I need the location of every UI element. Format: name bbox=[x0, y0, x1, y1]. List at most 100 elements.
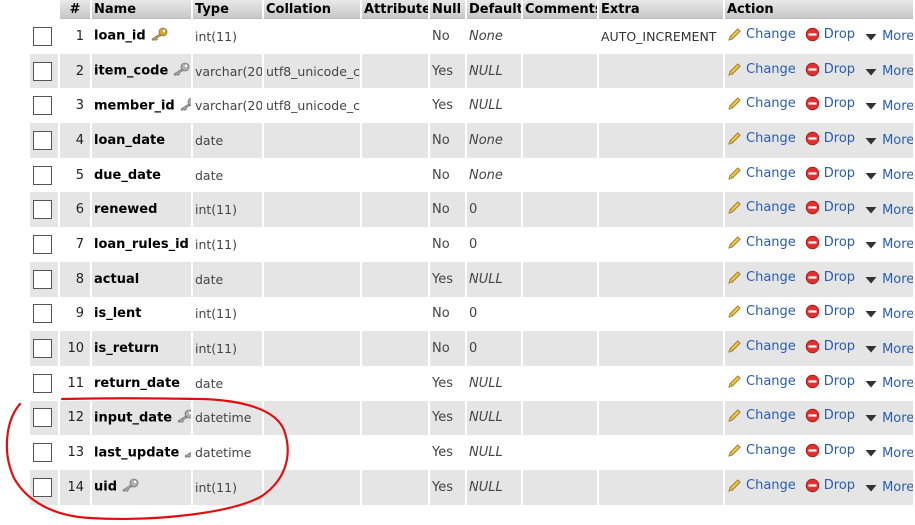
more-button[interactable]: More bbox=[864, 133, 913, 148]
table-row[interactable]: 14 uid int(11) Yes NULL Change Drop More bbox=[30, 469, 913, 505]
more-button[interactable]: More bbox=[864, 168, 913, 183]
change-button[interactable]: Change bbox=[727, 339, 796, 354]
col-header-default[interactable]: Default bbox=[467, 0, 521, 19]
table-row[interactable]: 4 loan_date date No None Change Drop More bbox=[30, 123, 913, 158]
change-button[interactable]: Change bbox=[727, 27, 796, 42]
table-row[interactable]: 7 loan_rules_id int(11) No 0 Change Drop More bbox=[30, 227, 913, 262]
drop-button[interactable]: Drop bbox=[805, 62, 855, 77]
more-button[interactable]: More bbox=[864, 99, 913, 114]
col-header-num[interactable]: # bbox=[60, 0, 90, 19]
drop-button[interactable]: Drop bbox=[805, 96, 855, 111]
row-checkbox[interactable] bbox=[33, 373, 52, 393]
table-row[interactable]: 6 renewed int(11) No 0 Change Drop More bbox=[30, 192, 913, 228]
table-row[interactable]: 13 last_update datetime Yes NULL Change Drop Mo… bbox=[30, 435, 913, 470]
change-button[interactable]: Change bbox=[727, 408, 796, 423]
column-name-cell: is_return bbox=[92, 331, 191, 366]
drop-icon bbox=[805, 339, 819, 354]
drop-icon bbox=[805, 409, 819, 423]
more-button[interactable]: More bbox=[864, 237, 913, 252]
change-button[interactable]: Change bbox=[727, 235, 796, 250]
col-header-extra[interactable]: Extra bbox=[599, 0, 723, 19]
table-row[interactable]: 9 is_lent int(11) No 0 Change Drop More bbox=[30, 296, 913, 332]
more-button[interactable]: More bbox=[864, 64, 913, 79]
column-collation: utf8_unicode_ci bbox=[264, 88, 360, 124]
row-checkbox[interactable] bbox=[33, 477, 52, 497]
drop-button[interactable]: Drop bbox=[805, 478, 855, 493]
row-checkbox[interactable] bbox=[33, 443, 52, 463]
col-header-null[interactable]: Null bbox=[430, 0, 465, 19]
table-row[interactable]: 11 return_date date Yes NULL Change Drop More bbox=[30, 365, 913, 401]
change-button[interactable]: Change bbox=[727, 443, 796, 458]
column-default: NULL bbox=[467, 365, 521, 401]
drop-button[interactable]: Drop bbox=[805, 270, 855, 285]
table-row[interactable]: 12 input_date datetime Yes NULL Change Drop Mor… bbox=[30, 400, 913, 436]
table-row[interactable]: 3 member_id varchar(20) utf8_unicode_ci Yes N… bbox=[30, 88, 913, 124]
row-checkbox[interactable] bbox=[33, 408, 52, 428]
column-comments bbox=[523, 123, 597, 158]
column-default: None bbox=[467, 157, 521, 193]
row-checkbox[interactable] bbox=[33, 61, 52, 81]
drop-button[interactable]: Drop bbox=[805, 443, 855, 458]
more-button[interactable]: More bbox=[864, 480, 913, 495]
row-checkbox[interactable] bbox=[33, 200, 52, 220]
column-collation: utf8_unicode_ci bbox=[264, 53, 360, 89]
more-button[interactable]: More bbox=[864, 342, 913, 357]
row-checkbox[interactable] bbox=[33, 165, 52, 185]
table-row[interactable]: 5 due_date date No None Change Drop More bbox=[30, 157, 913, 193]
row-checkbox[interactable] bbox=[33, 96, 52, 116]
more-button[interactable]: More bbox=[864, 446, 913, 461]
more-button[interactable]: More bbox=[864, 376, 913, 391]
more-button[interactable]: More bbox=[864, 29, 913, 44]
more-button[interactable]: More bbox=[864, 203, 913, 218]
drop-button[interactable]: Drop bbox=[805, 166, 855, 181]
column-comments bbox=[523, 469, 597, 505]
change-button[interactable]: Change bbox=[727, 270, 796, 285]
row-checkbox[interactable] bbox=[33, 26, 52, 46]
column-name: uid bbox=[94, 479, 118, 495]
col-header-type[interactable]: Type bbox=[193, 0, 262, 19]
column-null: Yes bbox=[430, 53, 465, 89]
table-row[interactable]: 2 item_code varchar(20) utf8_unicode_ci Yes N… bbox=[30, 53, 913, 89]
row-checkbox[interactable] bbox=[33, 234, 52, 254]
row-checkbox[interactable] bbox=[33, 304, 52, 324]
more-button[interactable]: More bbox=[864, 307, 913, 322]
change-button[interactable]: Change bbox=[727, 200, 796, 215]
more-button[interactable]: More bbox=[864, 272, 913, 287]
drop-button[interactable]: Drop bbox=[805, 27, 855, 42]
drop-button[interactable]: Drop bbox=[805, 408, 855, 423]
col-header-name[interactable]: Name bbox=[92, 0, 191, 19]
change-button[interactable]: Change bbox=[727, 96, 796, 111]
column-collation bbox=[264, 227, 360, 262]
change-button[interactable]: Change bbox=[727, 304, 796, 319]
col-header-comments[interactable]: Comments bbox=[523, 0, 597, 19]
col-header-collation[interactable]: Collation bbox=[264, 0, 360, 19]
more-label: More bbox=[882, 376, 913, 392]
drop-label: Drop bbox=[823, 373, 856, 389]
change-button[interactable]: Change bbox=[727, 478, 796, 493]
change-button[interactable]: Change bbox=[727, 62, 796, 77]
table-row[interactable]: 1 loan_id int(11) No None AUTO_INCREMENT Chang… bbox=[30, 19, 913, 54]
drop-button[interactable]: Drop bbox=[805, 235, 855, 250]
column-default: NULL bbox=[467, 261, 521, 297]
change-label: Change bbox=[746, 373, 796, 389]
table-row[interactable]: 8 actual date Yes NULL Change Drop More bbox=[30, 261, 913, 297]
column-name: actual bbox=[94, 271, 140, 287]
drop-button[interactable]: Drop bbox=[805, 374, 855, 389]
row-checkbox[interactable] bbox=[33, 269, 52, 289]
drop-button[interactable]: Drop bbox=[805, 200, 855, 215]
table-row[interactable]: 10 is_return int(11) No 0 Change Drop More bbox=[30, 331, 913, 366]
drop-button[interactable]: Drop bbox=[805, 304, 855, 319]
column-attributes bbox=[362, 227, 428, 262]
change-button[interactable]: Change bbox=[727, 374, 796, 389]
col-header-attributes[interactable]: Attributes bbox=[362, 0, 428, 19]
more-button[interactable]: More bbox=[864, 411, 913, 426]
change-button[interactable]: Change bbox=[727, 131, 796, 146]
row-checkbox[interactable] bbox=[33, 130, 52, 150]
change-button[interactable]: Change bbox=[727, 166, 796, 181]
drop-button[interactable]: Drop bbox=[805, 131, 855, 146]
column-comments bbox=[523, 88, 597, 124]
row-checkbox[interactable] bbox=[33, 339, 52, 359]
drop-button[interactable]: Drop bbox=[805, 339, 855, 354]
column-name: member_id bbox=[94, 98, 175, 114]
triangle-down-icon bbox=[865, 484, 877, 492]
